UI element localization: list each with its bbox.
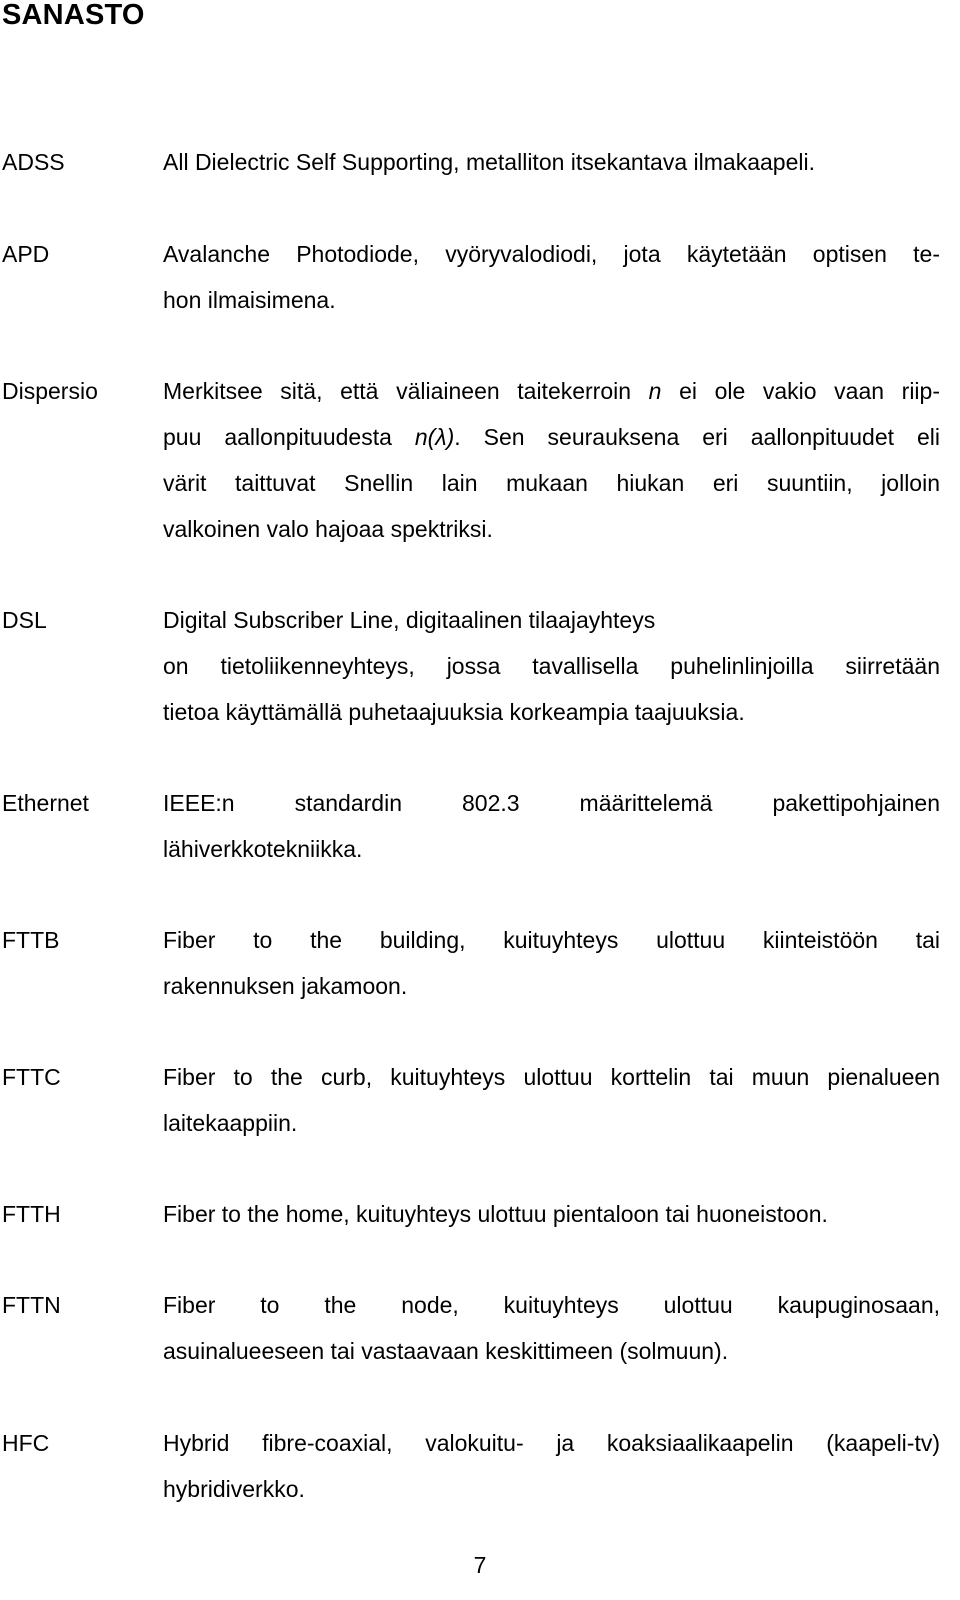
definition-line: rakennuksen jakamoon.: [163, 973, 408, 999]
definition-line: IEEE:n standardin 802.3 määrittelemä pak…: [163, 790, 940, 816]
definition-line: Hybrid fibre-coaxial, valokuitu- ja koak…: [163, 1430, 940, 1456]
glossary-definition: Avalanche Photodiode, vyöryvalodiodi, jo…: [163, 231, 940, 323]
glossary-term: FTTH: [2, 1201, 61, 1227]
definition-line: lähiverkkotekniikka.: [163, 836, 363, 862]
page-title: SANASTO: [2, 0, 145, 31]
definition-line: Fiber to the building, kuituyhteys ulott…: [163, 927, 940, 953]
definition-line: Fiber to the curb, kuituyhteys ulottuu k…: [163, 1064, 940, 1090]
definition-line: Avalanche Photodiode, vyöryvalodiodi, jo…: [163, 241, 940, 267]
definition-line: hybridiverkko.: [163, 1476, 305, 1502]
glossary-term: Ethernet: [2, 790, 89, 816]
text-segment: ei ole vakio vaan riip-: [661, 378, 940, 404]
glossary-definition: Fiber to the building, kuituyhteys ulott…: [163, 917, 940, 1009]
definition-line: Fiber to the node, kuituyhteys ulottuu k…: [163, 1292, 940, 1318]
italic-symbol: n: [648, 378, 662, 404]
glossary-definition: Fiber to the home, kuituyhteys ulottuu p…: [163, 1191, 940, 1237]
glossary-term: FTTB: [2, 927, 60, 953]
italic-symbol: n(λ): [414, 424, 455, 450]
glossary-definition: Fiber to the node, kuituyhteys ulottuu k…: [163, 1282, 940, 1374]
definition-line: hon ilmaisimena.: [163, 287, 336, 313]
definition-line: asuinalueeseen tai vastaavaan keskittime…: [163, 1338, 729, 1364]
page-number: 7: [473, 1552, 487, 1578]
glossary-term: Dispersio: [2, 378, 98, 404]
definition-line: Merkitsee sitä, että väliaineen taiteker…: [163, 368, 940, 414]
text-segment: puu aallonpituudesta: [163, 424, 415, 450]
glossary-term: HFC: [2, 1430, 50, 1456]
glossary-term: APD: [2, 241, 50, 267]
glossary-definition: Hybrid fibre-coaxial, valokuitu- ja koak…: [163, 1420, 940, 1512]
definition-line: Fiber to the home, kuituyhteys ulottuu p…: [163, 1201, 828, 1227]
glossary-term: FTTN: [2, 1292, 61, 1318]
glossary-definition: Digital Subscriber Line, digitaalinen ti…: [163, 597, 940, 735]
definition-line: on tietoliikenneyhteys, jossa tavallisel…: [163, 653, 940, 679]
definition-line: puu aallonpituudesta n(λ). Sen seuraukse…: [163, 414, 940, 460]
definition-line: Digital Subscriber Line, digitaalinen ti…: [163, 607, 656, 633]
definition-line: valkoinen valo hajoaa spektriksi.: [163, 516, 493, 542]
glossary-definition: Merkitsee sitä, että väliaineen taiteker…: [163, 368, 940, 552]
definition-line: värit taittuvat Snellin lain mukaan hiuk…: [163, 470, 940, 496]
definition-line: laitekaappiin.: [163, 1110, 298, 1136]
text-segment: Merkitsee sitä, että väliaineen taiteker…: [163, 378, 649, 404]
glossary-definition: All Dielectric Self Supporting, metallit…: [163, 139, 940, 185]
definition-line: All Dielectric Self Supporting, metallit…: [163, 149, 815, 175]
glossary-definition: Fiber to the curb, kuituyhteys ulottuu k…: [163, 1054, 940, 1146]
glossary-term: ADSS: [2, 149, 65, 175]
definition-line: tietoa käyttämällä puhetaajuuksia korkea…: [163, 699, 745, 725]
text-segment: . Sen seurauksena eri aallonpituudet eli: [454, 424, 940, 450]
glossary-definition: IEEE:n standardin 802.3 määrittelemä pak…: [163, 780, 940, 872]
glossary-term: DSL: [2, 607, 47, 633]
glossary-term: FTTC: [2, 1064, 61, 1090]
